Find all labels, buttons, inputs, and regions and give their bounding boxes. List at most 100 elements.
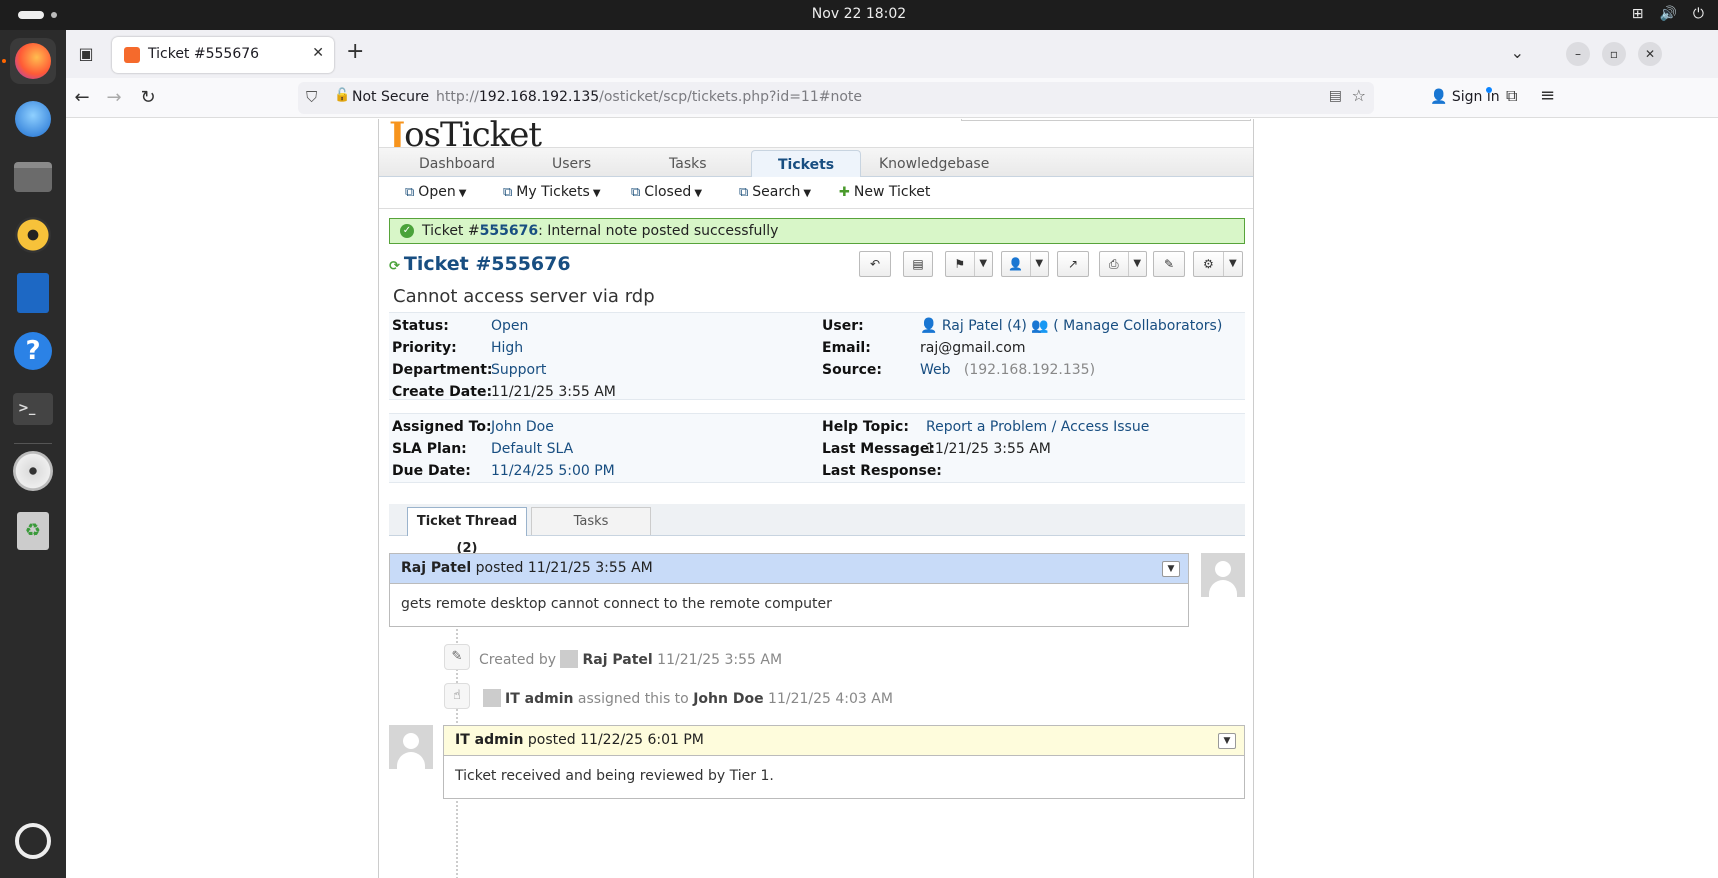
nav-knowledgebase[interactable]: Knowledgebase: [879, 156, 989, 172]
department-value[interactable]: Support: [491, 362, 546, 378]
help-topic-value[interactable]: Report a Problem / Access Issue: [926, 419, 1149, 435]
note-button[interactable]: ▤: [903, 251, 933, 277]
ticket-title[interactable]: ⟳ Ticket #555676: [389, 253, 571, 275]
reload-icon[interactable]: ↻: [136, 86, 160, 110]
user-value[interactable]: 👤 Raj Patel (4) 👥 ( Manage Collaborators…: [920, 318, 1222, 334]
new-ticket-link[interactable]: ✚ New Ticket: [839, 184, 930, 200]
trash-icon[interactable]: ♻: [10, 508, 56, 554]
thunderbird-icon[interactable]: [10, 96, 56, 142]
open-tickets-menu[interactable]: ⧉ Open ▼: [405, 184, 466, 200]
notice-ticket-link[interactable]: 555676: [480, 223, 538, 239]
tab-tasks[interactable]: Tasks: [531, 507, 651, 535]
nav-dashboard[interactable]: Dashboard: [419, 156, 495, 172]
refresh-icon[interactable]: ⟳: [389, 259, 400, 274]
reader-view-icon[interactable]: ▤: [1329, 88, 1342, 104]
manage-collaborators-link[interactable]: ( Manage Collaborators): [1053, 318, 1222, 334]
rhythmbox-icon[interactable]: [10, 212, 56, 258]
due-date-value[interactable]: 11/24/25 5:00 PM: [491, 463, 615, 479]
closed-tickets-menu[interactable]: ⧉ Closed ▼: [631, 184, 702, 200]
network-icon: ⊞: [1631, 6, 1644, 22]
due-date-label: Due Date:: [392, 463, 471, 479]
gear-icon: ⚙: [1203, 257, 1214, 271]
app-grid-icon[interactable]: [10, 818, 56, 864]
sla-plan-value[interactable]: Default SLA: [491, 441, 573, 457]
priority-value[interactable]: High: [491, 340, 523, 356]
help-icon[interactable]: ?: [10, 328, 56, 374]
system-top-bar: Nov 22 18:02 ⊞ 🔊 ⏻: [0, 0, 1718, 30]
url-text[interactable]: http://192.168.192.135/osticket/scp/tick…: [436, 89, 862, 105]
header-search-box[interactable]: [961, 119, 1251, 121]
create-date-label: Create Date:: [392, 384, 493, 400]
check-icon: ✓: [400, 224, 414, 238]
thread-entry-header: IT admin posted 11/22/25 6:01 PM: [444, 726, 1244, 756]
firefox-icon[interactable]: [10, 38, 56, 84]
not-secure-label[interactable]: Not Secure: [352, 89, 429, 105]
terminal-icon[interactable]: >_: [10, 386, 56, 432]
entry-options-dropdown[interactable]: ▼: [1162, 561, 1180, 577]
bookmark-star-icon[interactable]: ☆: [1352, 86, 1366, 105]
tracking-shield-icon[interactable]: ⛉: [306, 88, 317, 106]
print-button[interactable]: ⎙ ▼: [1099, 251, 1147, 277]
tab-ticket[interactable]: Ticket #555676 ✕: [112, 37, 334, 73]
flag-button[interactable]: ⚑ ▼: [945, 251, 993, 277]
status-value[interactable]: Open: [491, 318, 528, 334]
minimize-icon[interactable]: –: [1566, 42, 1590, 66]
collaborators-icon: 👥: [1031, 318, 1049, 334]
my-tickets-menu[interactable]: ⧉ My Tickets ▼: [503, 184, 601, 200]
email-label: Email:: [822, 340, 871, 356]
dock: ? >_ ♻: [0, 30, 66, 878]
source-label: Source:: [822, 362, 882, 378]
power-icon: ⏻: [1692, 6, 1704, 22]
nav-users[interactable]: Users: [552, 156, 591, 172]
thread-entry: Raj Patel posted 11/21/25 3:55 AM ▼ gets…: [389, 553, 1189, 627]
flag-icon: ⚑: [954, 257, 966, 271]
source-value[interactable]: Web (192.168.192.135): [920, 362, 1095, 378]
volume-icon: 🔊: [1659, 6, 1677, 22]
forward-icon[interactable]: →: [102, 86, 126, 110]
writer-icon[interactable]: [10, 270, 56, 316]
thread-entry-header: Raj Patel posted 11/21/25 3:55 AM: [390, 554, 1188, 584]
thumbs-up-icon: ☝: [444, 683, 470, 709]
user-icon: 👤: [1008, 257, 1024, 271]
firefox-view-icon[interactable]: ▣: [74, 42, 98, 66]
print-icon: ⎙: [1108, 256, 1119, 271]
last-message-label: Last Message:: [822, 441, 935, 457]
tab-ticket-thread[interactable]: Ticket Thread (2): [407, 507, 527, 556]
thread-event-assigned: IT admin assigned this to John Doe 11/21…: [483, 689, 893, 707]
assigned-to-value[interactable]: John Doe: [491, 419, 554, 435]
close-tab-icon[interactable]: ✕: [312, 45, 324, 61]
priority-label: Priority:: [392, 340, 457, 356]
source-ip: (192.168.192.135): [963, 362, 1096, 378]
nav-tickets[interactable]: Tickets: [751, 150, 862, 178]
transfer-button[interactable]: ↗: [1057, 251, 1089, 277]
email-value: raj@gmail.com: [920, 340, 1026, 356]
chevron-down-icon: ▼: [1127, 252, 1146, 276]
insecure-lock-icon[interactable]: 🔓: [334, 88, 350, 103]
back-icon[interactable]: ←: [70, 86, 94, 110]
search-menu[interactable]: ⧉ Search ▼: [739, 184, 811, 200]
new-tab-icon[interactable]: +: [346, 40, 364, 64]
edit-icon: ✎: [444, 644, 470, 670]
dock-separator: [14, 443, 52, 444]
list-tabs-icon[interactable]: ⌄: [1511, 43, 1524, 62]
entry-options-dropdown[interactable]: ▼: [1218, 733, 1236, 749]
tab-title: Ticket #555676: [148, 46, 260, 62]
system-tray[interactable]: ⊞ 🔊 ⏻: [1632, 6, 1704, 22]
sign-in-button[interactable]: 👤 Sign in: [1422, 82, 1502, 112]
edit-button[interactable]: ✎: [1153, 251, 1185, 277]
extensions-icon[interactable]: ⧉: [1506, 86, 1517, 106]
disc-icon[interactable]: [10, 448, 56, 494]
user-label: User:: [822, 318, 864, 334]
close-window-icon[interactable]: ✕: [1638, 42, 1662, 66]
address-bar[interactable]: ⛉ 🔓 Not Secure http://192.168.192.135/os…: [298, 82, 1374, 114]
maximize-icon[interactable]: ▫: [1602, 42, 1626, 66]
assign-button[interactable]: 👤 ▼: [1001, 251, 1049, 277]
menu-icon[interactable]: ≡: [1540, 85, 1555, 106]
system-clock[interactable]: Nov 22 18:02: [0, 6, 1718, 22]
more-button[interactable]: ⚙ ▼: [1193, 251, 1243, 277]
reply-button[interactable]: ↶: [859, 251, 891, 277]
nav-tasks[interactable]: Tasks: [669, 156, 707, 172]
page-viewport: JosTicket Dashboard Users Tasks Tickets …: [66, 119, 1718, 878]
osticket-favicon-icon: [124, 47, 140, 63]
files-icon[interactable]: [10, 154, 56, 200]
